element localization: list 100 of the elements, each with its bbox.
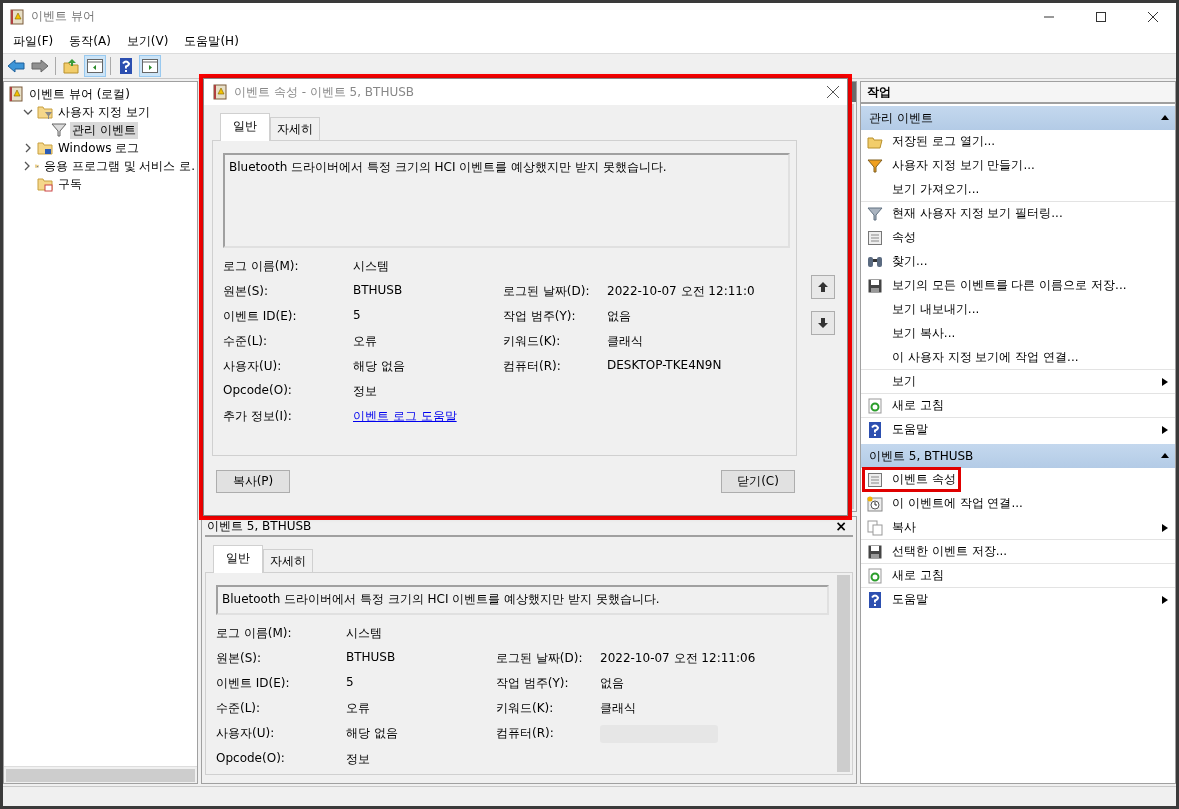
refresh-icon — [867, 397, 883, 414]
arrow-down-icon — [817, 317, 829, 329]
funnel-icon — [51, 122, 67, 138]
properties-icon — [867, 471, 883, 488]
minimize-icon[interactable] — [1044, 15, 1054, 18]
menu-item[interactable]: 도움말(H) — [176, 33, 247, 50]
close-icon[interactable] — [1148, 11, 1158, 22]
action-item[interactable]: 도움말 — [892, 421, 928, 438]
field-value: DESKTOP-TKE4N9N — [607, 358, 722, 374]
action-item[interactable]: 보기 내보내기... — [892, 301, 980, 318]
field-label: 수준(L): — [216, 700, 262, 717]
action-item[interactable]: 속성 — [892, 229, 916, 246]
action-item[interactable]: 도움말 — [892, 591, 928, 608]
close-button[interactable]: 닫기(C) — [721, 470, 795, 493]
copy-icon — [867, 519, 883, 536]
section-header[interactable]: 이벤트 5, BTHUSB — [861, 444, 1175, 468]
field-label: 이벤트 ID(E): — [223, 308, 298, 325]
section-title: 이벤트 5, BTHUSB — [869, 447, 974, 465]
action-item[interactable]: 저장된 로그 열기... — [892, 133, 996, 150]
menu-item[interactable]: 파일(F) — [5, 33, 62, 50]
field-value: 없음 — [600, 675, 624, 692]
field-value: 해당 없음 — [353, 358, 405, 375]
close-button[interactable]: × — [835, 518, 847, 534]
properties-icon — [867, 229, 883, 246]
arrow-up-icon — [817, 281, 829, 293]
field-value: 2022-10-07 오전 12:11:06 — [600, 650, 756, 667]
window-title: 이벤트 뷰어 — [31, 8, 96, 25]
tree-item[interactable]: 관리 이벤트 — [70, 121, 138, 139]
tab[interactable]: 자세히 — [270, 117, 320, 141]
show-tree-button[interactable] — [84, 55, 106, 77]
funnel-icon — [867, 205, 883, 222]
field-label: 컴퓨터(R): — [503, 358, 562, 375]
horizontal-scrollbar[interactable] — [4, 766, 197, 783]
field-label: 수준(L): — [223, 333, 269, 350]
field-value: 정보 — [353, 383, 377, 400]
field-label: 키워드(K): — [503, 333, 562, 350]
dialog-title: 이벤트 속성 - 이벤트 5, BTHUSB — [234, 83, 416, 101]
action-item[interactable]: 보기 복사... — [892, 325, 956, 342]
submenu-arrow-icon[interactable] — [1161, 523, 1169, 532]
help-icon — [867, 421, 883, 438]
menu-item[interactable]: 동작(A) — [61, 33, 119, 50]
action-item[interactable]: 보기 — [892, 373, 916, 390]
refresh-icon — [867, 567, 883, 584]
submenu-arrow-icon[interactable] — [1161, 425, 1169, 434]
menu-item[interactable]: 보기(V) — [118, 33, 177, 50]
action-item[interactable]: 새로 고침 — [892, 567, 944, 584]
action-item[interactable]: 사용자 지정 보기 만들기... — [892, 157, 1035, 174]
next-event-button[interactable] — [811, 311, 835, 335]
previous-event-button[interactable] — [811, 275, 835, 299]
submenu-arrow-icon[interactable] — [1161, 595, 1169, 604]
vertical-scrollbar[interactable] — [835, 573, 852, 774]
action-item[interactable]: 이벤트 속성 — [892, 471, 956, 488]
field-label: 원본(S): — [216, 650, 263, 667]
tab[interactable]: 일반 — [220, 113, 270, 141]
tree-item[interactable]: 응용 프로그램 및 서비스 로. — [41, 157, 197, 175]
field-value: 5 — [353, 308, 361, 324]
maximize-icon[interactable] — [1096, 11, 1106, 22]
section-header[interactable]: 관리 이벤트 — [861, 106, 1175, 130]
field-value: BTHUSB — [353, 283, 403, 299]
field-value: 없음 — [607, 308, 631, 325]
field-value: 5 — [346, 675, 354, 691]
collapse-arrow-icon[interactable] — [1161, 452, 1169, 460]
section-title: 관리 이벤트 — [869, 109, 933, 127]
tree-item[interactable]: Windows 로그 — [56, 139, 142, 157]
pane-title: 이벤트 5, BTHUSB — [207, 517, 312, 535]
help-link[interactable]: 이벤트 로그 도움말 — [353, 409, 457, 423]
field-label: 이벤트 ID(E): — [216, 675, 291, 692]
field-value: 시스템 — [353, 258, 389, 275]
field-label: 사용자(U): — [216, 725, 276, 742]
action-item[interactable]: 이 이벤트에 작업 연결... — [892, 495, 1023, 512]
action-item[interactable]: 현재 사용자 지정 보기 필터링... — [892, 205, 1063, 222]
field-value: 오류 — [353, 333, 377, 350]
action-item[interactable]: 복사 — [892, 519, 916, 536]
close-icon[interactable] — [827, 86, 839, 98]
tab[interactable]: 자세히 — [263, 549, 313, 573]
tree-item[interactable]: 구독 — [56, 175, 84, 193]
description-box: Bluetooth 드라이버에서 특정 크기의 HCI 이벤트를 예상했지만 받지 못했습니다. — [216, 585, 829, 615]
tree-item[interactable]: 이벤트 뷰어 (로컬) — [27, 85, 132, 103]
action-item[interactable]: 보기 가져오기... — [892, 181, 980, 198]
submenu-arrow-icon[interactable] — [1161, 377, 1169, 386]
folder-icon — [37, 176, 53, 192]
action-item[interactable]: 선택한 이벤트 저장... — [892, 543, 1008, 560]
field-label: 로그 이름(M): — [223, 258, 300, 275]
field-label: 원본(S): — [223, 283, 270, 300]
chevron-down-icon[interactable] — [23, 107, 33, 117]
field-value: 해당 없음 — [346, 725, 398, 742]
field-value: 2022-10-07 오전 12:11:0 — [607, 283, 755, 300]
show-actions-button[interactable] — [139, 55, 161, 77]
action-item[interactable]: 찾기... — [892, 253, 928, 270]
field-value: BTHUSB — [346, 650, 396, 666]
field-value: 클래식 — [607, 333, 643, 350]
action-item[interactable]: 이 사용자 지정 보기에 작업 연결... — [892, 349, 1079, 366]
action-item[interactable]: 보기의 모든 이벤트를 다른 이름으로 저장... — [892, 277, 1127, 294]
field-value: 오류 — [346, 700, 370, 717]
copy-button[interactable]: 복사(P) — [216, 470, 290, 493]
tab[interactable]: 일반 — [213, 545, 263, 573]
tree-item[interactable]: 사용자 지정 보기 — [56, 103, 152, 121]
action-item[interactable]: 새로 고침 — [892, 397, 944, 414]
funnel-icon — [867, 157, 883, 174]
collapse-arrow-icon[interactable] — [1161, 114, 1169, 122]
